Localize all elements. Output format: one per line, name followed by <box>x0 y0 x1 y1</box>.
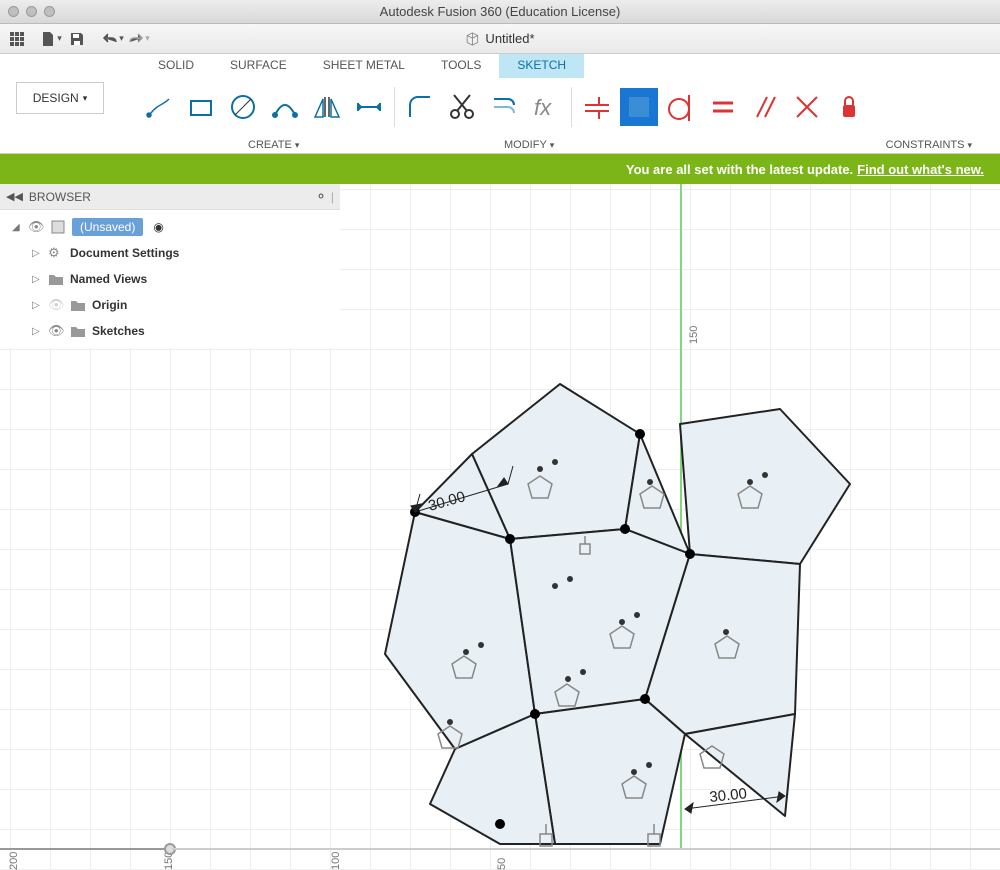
data-panel-icon[interactable] <box>4 26 30 52</box>
tab-surface[interactable]: SURFACE <box>212 54 305 78</box>
line-tool-icon[interactable] <box>140 88 178 126</box>
close-window-icon[interactable] <box>8 6 19 17</box>
formula-tool-icon[interactable]: fx <box>527 88 565 126</box>
expand-icon[interactable]: ▷ <box>32 274 42 285</box>
folder-icon <box>70 323 86 339</box>
group-label-constraints[interactable]: CONSTRAINTS▾ <box>886 139 972 151</box>
browser-settings-icon[interactable]: ⚬ <box>315 188 327 205</box>
workspace-selector[interactable]: DESIGN▾ <box>16 82 105 114</box>
banner-text: You are all set with the latest update. <box>626 162 853 177</box>
tree-item-label: Document Settings <box>70 246 179 260</box>
window-controls[interactable] <box>8 6 55 17</box>
arc-tool-icon[interactable] <box>266 88 304 126</box>
perpendicular-constraint-icon[interactable] <box>788 88 826 126</box>
minimize-window-icon[interactable] <box>26 6 37 17</box>
expand-icon[interactable]: ◢ <box>12 222 22 233</box>
window-title: Autodesk Fusion 360 (Education License) <box>300 4 700 19</box>
equal-constraint-icon[interactable] <box>704 88 742 126</box>
tree-item-named-views[interactable]: ▷ Named Views <box>0 266 340 292</box>
tree-item-document-settings[interactable]: ▷ ⚙ Document Settings <box>0 240 340 266</box>
dimension-tool-icon[interactable] <box>350 88 388 126</box>
canvas-area[interactable]: 150 100 50 200 150 100 50 <box>0 184 1000 870</box>
tree-root-label: (Unsaved) <box>72 218 143 236</box>
save-icon[interactable] <box>64 26 90 52</box>
dimension-label-2[interactable]: 30.00 <box>709 785 748 806</box>
file-menu-icon[interactable]: ▾ <box>38 26 64 52</box>
circle-tool-icon[interactable] <box>224 88 262 126</box>
svg-text:fx: fx <box>534 95 552 120</box>
expand-icon[interactable]: ▷ <box>32 248 42 259</box>
tab-solid[interactable]: SOLID <box>140 54 212 78</box>
tab-sketch[interactable]: SKETCH <box>499 54 584 78</box>
rectangle-tool-icon[interactable] <box>182 88 220 126</box>
visibility-icon[interactable]: 👁 <box>48 323 64 339</box>
tree-item-label: Named Views <box>70 272 147 286</box>
trim-tool-icon[interactable] <box>443 88 481 126</box>
fix-constraint-icon[interactable] <box>830 88 868 126</box>
cube-icon <box>465 32 479 46</box>
offset-tool-icon[interactable] <box>485 88 523 126</box>
document-tab-label: Untitled* <box>485 31 534 46</box>
coincident-constraint-icon[interactable] <box>620 88 658 126</box>
horizontal-constraint-icon[interactable] <box>578 88 616 126</box>
tree-item-sketches[interactable]: ▷ 👁 Sketches <box>0 318 340 344</box>
quick-access-toolbar: ▾ ▾ ▾ Untitled* <box>0 24 1000 54</box>
tree-item-origin[interactable]: ▷ 👁 Origin <box>0 292 340 318</box>
mirror-tool-icon[interactable] <box>308 88 346 126</box>
browser-title: BROWSER <box>29 190 91 204</box>
visibility-icon[interactable]: 👁 <box>28 219 44 235</box>
tangent-constraint-icon[interactable] <box>662 88 700 126</box>
browser-header[interactable]: ◀◀ BROWSER ⚬ | <box>0 184 340 210</box>
gear-icon[interactable]: ⚙ <box>48 245 64 261</box>
tree-item-label: Sketches <box>92 324 145 338</box>
tree-root[interactable]: ◢ 👁 (Unsaved) ◉ <box>0 214 340 240</box>
maximize-window-icon[interactable] <box>44 6 55 17</box>
update-banner: You are all set with the latest update. … <box>0 154 1000 184</box>
redo-icon[interactable]: ▾ <box>126 26 152 52</box>
parallel-constraint-icon[interactable] <box>746 88 784 126</box>
expand-icon[interactable]: ▷ <box>32 326 42 337</box>
ribbon: DESIGN▾ SOLID SURFACE SHEET METAL TOOLS … <box>0 54 1000 154</box>
group-label-create[interactable]: CREATE▾ <box>248 139 299 151</box>
tab-sheet-metal[interactable]: SHEET METAL <box>305 54 423 78</box>
fillet-tool-icon[interactable] <box>401 88 439 126</box>
folder-icon <box>48 271 64 287</box>
expand-icon[interactable]: ▷ <box>32 300 42 311</box>
folder-icon <box>70 297 86 313</box>
radio-icon[interactable]: ◉ <box>153 220 163 234</box>
visibility-off-icon[interactable]: 👁 <box>48 297 64 313</box>
titlebar: Autodesk Fusion 360 (Education License) <box>0 0 1000 24</box>
group-label-modify[interactable]: MODIFY▾ <box>504 139 554 151</box>
document-tab[interactable]: Untitled* <box>465 31 534 46</box>
tree-item-label: Origin <box>92 298 127 312</box>
banner-link[interactable]: Find out what's new. <box>857 162 984 177</box>
component-icon <box>50 219 66 235</box>
browser-panel: ◀◀ BROWSER ⚬ | ◢ 👁 (Unsaved) ◉ ▷ ⚙ Docum… <box>0 184 340 348</box>
undo-icon[interactable]: ▾ <box>100 26 126 52</box>
tab-tools[interactable]: TOOLS <box>423 54 499 78</box>
ribbon-tabs: SOLID SURFACE SHEET METAL TOOLS SKETCH <box>140 54 584 78</box>
